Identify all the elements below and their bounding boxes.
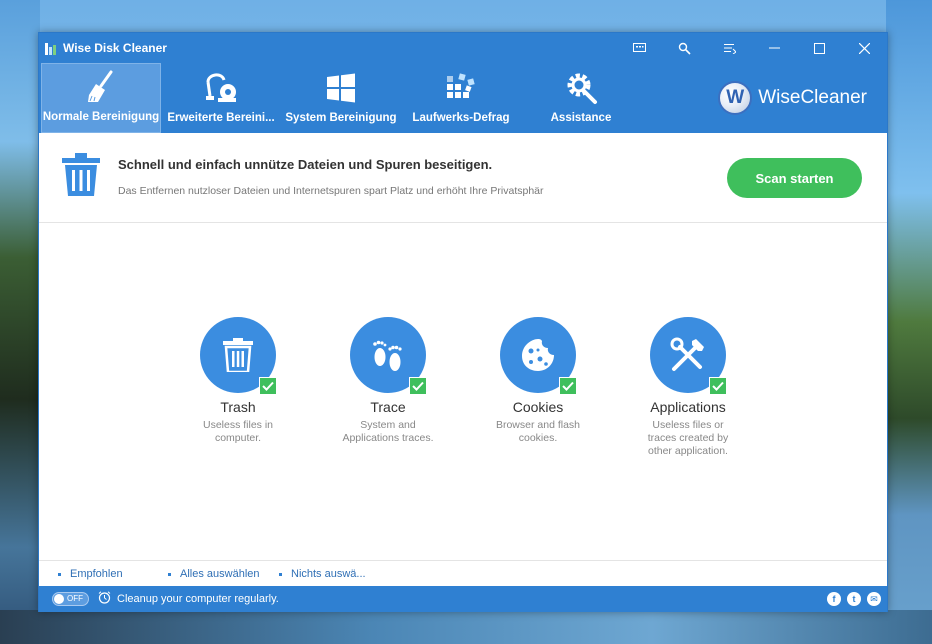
social-links: f t ✉ bbox=[821, 592, 881, 606]
selection-links: Empfohlen Alles auswählen Nichts auswä..… bbox=[39, 560, 887, 586]
select-all-link[interactable]: Alles auswählen bbox=[168, 568, 260, 580]
status-bar: OFF Cleanup your computer regularly. f t… bbox=[39, 586, 887, 612]
bullet-icon bbox=[168, 572, 171, 576]
bullet-icon bbox=[279, 572, 282, 576]
minimize-icon[interactable] bbox=[752, 33, 797, 63]
link-label: Nichts auswä... bbox=[291, 568, 366, 580]
tools-icon bbox=[670, 337, 704, 371]
tab-label: System Bereinigung bbox=[285, 112, 397, 124]
scan-button[interactable]: Scan starten bbox=[727, 158, 862, 198]
broom-icon bbox=[86, 69, 116, 105]
cleanup-header: Schnell und einfach unnütze Dateien und … bbox=[39, 133, 887, 223]
app-logo-icon bbox=[45, 41, 59, 55]
select-none-link[interactable]: Nichts auswä... bbox=[279, 568, 366, 580]
tab-erweiterte-bereinigung[interactable]: Erweiterte Bereini... bbox=[161, 63, 281, 133]
gear-wrench-icon bbox=[564, 70, 598, 106]
tab-laufwerks-defrag[interactable]: Laufwerks-Defrag bbox=[401, 63, 521, 133]
tab-label: Assistance bbox=[550, 112, 612, 124]
menu-icon[interactable] bbox=[707, 33, 752, 63]
category-applications[interactable]: Applications Useless files or traces cre… bbox=[613, 317, 763, 458]
category-desc: System and Applications traces. bbox=[342, 419, 434, 444]
tab-label: Laufwerks-Defrag bbox=[412, 112, 510, 124]
bullet-icon bbox=[58, 572, 61, 576]
windows-icon bbox=[326, 70, 356, 106]
link-label: Empfohlen bbox=[70, 568, 123, 580]
trash-icon bbox=[61, 153, 101, 202]
category-circle[interactable] bbox=[650, 317, 727, 395]
feedback-icon[interactable] bbox=[617, 33, 662, 63]
close-icon[interactable] bbox=[842, 33, 887, 63]
cleanup-categories: Trash Useless files in computer. Trace S… bbox=[39, 223, 887, 561]
desktop-wallpaper-bottom bbox=[0, 610, 932, 644]
app-window: Wise Disk Cleaner Normale Bereinigung Er… bbox=[38, 32, 888, 612]
recommended-link[interactable]: Empfohlen bbox=[58, 568, 123, 580]
tools-icon[interactable] bbox=[662, 33, 707, 63]
title-controls bbox=[617, 33, 887, 63]
category-circle[interactable] bbox=[500, 317, 577, 395]
status-message: Cleanup your computer regularly. bbox=[117, 593, 279, 605]
defrag-icon bbox=[445, 70, 477, 106]
maximize-icon[interactable] bbox=[797, 33, 842, 63]
tab-label: Erweiterte Bereini... bbox=[167, 112, 275, 124]
category-name: Trace bbox=[370, 399, 406, 415]
vacuum-icon bbox=[204, 70, 238, 106]
category-name: Trash bbox=[220, 399, 256, 415]
desktop-wallpaper-right bbox=[886, 0, 932, 644]
toggle-knob bbox=[54, 594, 64, 604]
checkbox-checked[interactable] bbox=[559, 377, 577, 395]
title-bar[interactable]: Wise Disk Cleaner bbox=[39, 33, 887, 63]
tab-assistance[interactable]: Assistance bbox=[521, 63, 641, 133]
category-cookies[interactable]: Cookies Browser and flash cookies. bbox=[463, 317, 613, 445]
desktop-wallpaper-left bbox=[0, 0, 40, 644]
trash-icon bbox=[223, 338, 253, 372]
tab-label: Normale Bereinigung bbox=[42, 111, 160, 123]
header-subtitle: Das Entfernen nutzloser Dateien und Inte… bbox=[118, 185, 544, 197]
category-desc: Useless files in computer. bbox=[202, 419, 274, 444]
schedule-toggle[interactable]: OFF bbox=[52, 592, 89, 606]
app-title: Wise Disk Cleaner bbox=[63, 41, 167, 55]
category-desc: Browser and flash cookies. bbox=[495, 419, 581, 444]
tab-normale-bereinigung[interactable]: Normale Bereinigung bbox=[41, 63, 161, 133]
twitter-icon[interactable]: t bbox=[847, 592, 861, 606]
category-circle[interactable] bbox=[200, 317, 277, 395]
category-desc: Useless files or traces created by other… bbox=[647, 419, 729, 457]
cookie-icon bbox=[522, 339, 554, 371]
category-trace[interactable]: Trace System and Applications traces. bbox=[313, 317, 463, 445]
wisecleaner-logo-icon: W bbox=[718, 81, 753, 115]
facebook-icon[interactable]: f bbox=[827, 592, 841, 606]
toggle-label: OFF bbox=[67, 594, 83, 603]
tab-system-bereinigung[interactable]: System Bereinigung bbox=[281, 63, 401, 133]
footprints-icon bbox=[373, 340, 402, 371]
category-name: Applications bbox=[650, 399, 726, 415]
category-name: Cookies bbox=[512, 399, 564, 415]
email-icon[interactable]: ✉ bbox=[867, 592, 881, 606]
checkbox-checked[interactable] bbox=[409, 377, 427, 395]
category-trash[interactable]: Trash Useless files in computer. bbox=[163, 317, 313, 445]
category-circle[interactable] bbox=[350, 317, 427, 395]
checkbox-checked[interactable] bbox=[259, 377, 277, 395]
header-title: Schnell und einfach unnütze Dateien und … bbox=[118, 157, 493, 172]
main-toolbar: Normale Bereinigung Erweiterte Bereini..… bbox=[39, 63, 887, 133]
wisecleaner-brand[interactable]: W WiseCleaner bbox=[718, 81, 867, 115]
alarm-clock-icon bbox=[98, 591, 111, 607]
checkbox-checked[interactable] bbox=[709, 377, 727, 395]
link-label: Alles auswählen bbox=[180, 568, 260, 580]
brand-name: WiseCleaner bbox=[758, 87, 867, 108]
